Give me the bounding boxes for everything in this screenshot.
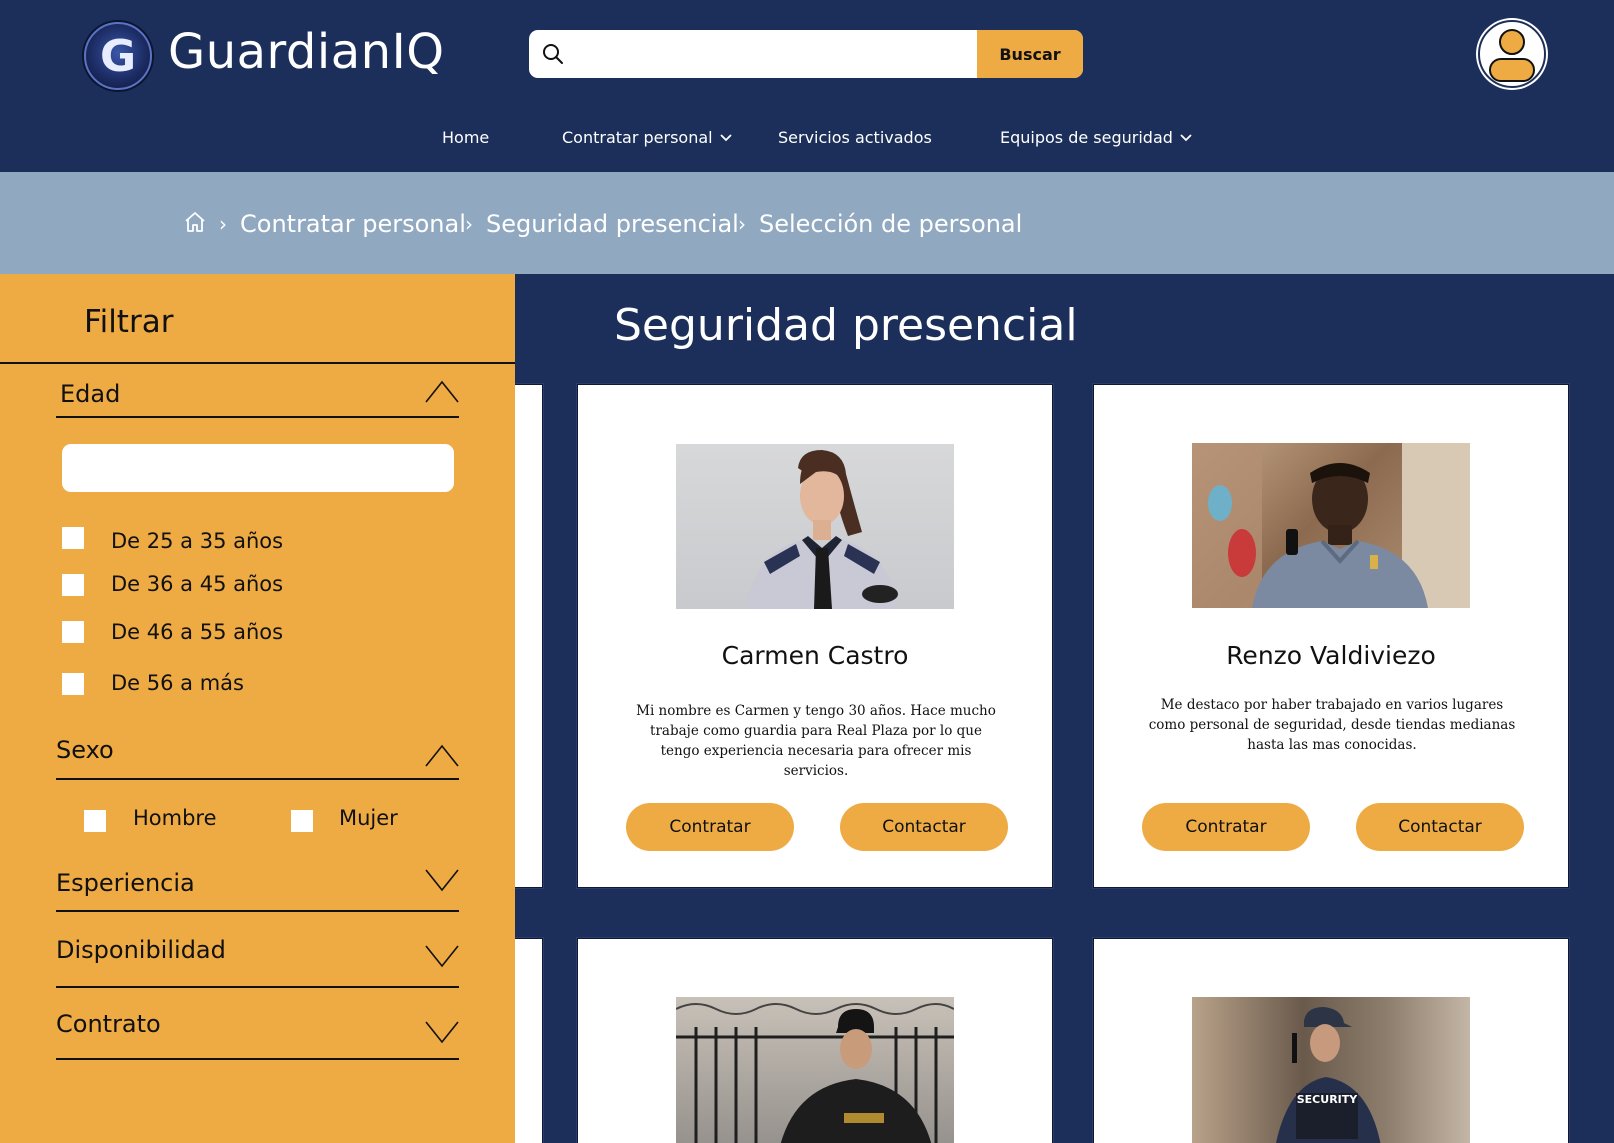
search-bar: Buscar [529,30,1083,78]
age-option-label: De 36 a 45 años [111,572,284,596]
search-input[interactable] [577,36,987,72]
filter-contract-label[interactable]: Contrato [56,1010,161,1038]
profile-photo [676,997,954,1143]
age-option-label: De 56 a más [111,671,244,695]
guardianiq-logo[interactable]: G [84,22,152,90]
breadcrumb-separator: › [219,212,227,236]
breadcrumb-seleccion-personal: Selección de personal [759,210,1023,238]
page-title: Seguridad presencial [614,300,1078,351]
nav-contratar-label: Contratar personal [562,128,713,147]
divider [56,1058,459,1060]
filter-sidebar: Filtrar Edad De 25 a 35 años De 36 a 45 … [0,274,515,1143]
guard-photo [746,450,898,609]
age-checkbox[interactable] [62,673,84,695]
nav-home-label: Home [442,128,490,147]
breadcrumb-contratar-personal[interactable]: Contratar personal [240,210,466,238]
user-avatar[interactable] [1478,20,1546,88]
filter-title: Filtrar [84,304,174,340]
profile-description: Me destaco por haber trabajado en varios… [1148,697,1516,753]
home-icon[interactable] [183,210,207,234]
profile-name: Carmen Castro [721,641,909,670]
chevron-down-icon[interactable] [424,944,460,970]
nav-equipos-seguridad[interactable]: Equipos de seguridad [1000,128,1193,147]
profile-card: SECURITY [1093,938,1569,1143]
age-option-label: De 25 a 35 años [111,529,284,553]
age-checkbox[interactable] [62,621,84,643]
breadcrumb-separator: › [465,212,473,236]
hire-button[interactable]: Contratar [626,803,794,851]
profile-card-carmen: Carmen Castro Mi nombre es Carmen y teng… [577,384,1053,888]
breadcrumb-seguridad-presencial[interactable]: Seguridad presencial [486,210,739,238]
guard-photo [1192,443,1470,608]
age-checkbox[interactable] [62,527,84,549]
age-checkbox[interactable] [62,574,84,596]
nav-contratar-personal[interactable]: Contratar personal [562,128,733,147]
profile-description: Mi nombre es Carmen y tengo 30 años. Hac… [636,703,996,779]
chevron-down-icon [1180,133,1192,141]
chevron-down-icon[interactable] [424,868,460,894]
sex-option-label: Mujer [339,806,398,830]
breadcrumb-separator: › [738,212,746,236]
profile-card [577,938,1053,1143]
divider [56,778,459,780]
site-header: G GuardianIQ Buscar Home Contratar perso… [0,0,1614,172]
divider [0,362,515,364]
sex-checkbox-hombre[interactable] [84,810,106,832]
guard-photo [676,1003,954,1143]
sex-option-label: Hombre [133,806,217,830]
nav-servicios-activados[interactable]: Servicios activados [778,128,932,147]
chevron-down-icon [719,133,732,141]
search-icon [543,44,563,64]
divider [56,416,459,418]
profile-name: Renzo Valdiviezo [1226,641,1436,670]
chevron-up-icon[interactable] [424,378,460,404]
chevron-down-icon[interactable] [424,1020,460,1046]
guard-photo: SECURITY [1276,1007,1381,1143]
divider [56,986,459,988]
nav-equipos-label: Equipos de seguridad [1000,128,1173,147]
logo-letter: G [99,30,137,82]
contact-button[interactable]: Contactar [840,803,1008,851]
profile-card-renzo: Renzo Valdiviezo Me destaco por haber tr… [1093,384,1569,888]
filter-experience-label[interactable]: Esperiencia [56,869,195,897]
search-button[interactable]: Buscar [977,30,1083,78]
filter-availability-label[interactable]: Disponibilidad [56,936,226,964]
nav-servicios-label: Servicios activados [778,128,932,147]
filter-sex-label[interactable]: Sexo [56,736,114,764]
filter-age-label[interactable]: Edad [60,380,120,408]
age-option-label: De 46 a 55 años [111,620,284,644]
profile-photo [1192,443,1470,608]
age-input[interactable] [62,444,454,492]
divider [56,910,459,912]
security-vest-text: SECURITY [1297,1093,1359,1106]
brand-name[interactable]: GuardianIQ [168,24,445,80]
sex-checkbox-mujer[interactable] [291,810,313,832]
profile-photo [676,444,954,609]
user-icon [1489,29,1535,82]
contact-button[interactable]: Contactar [1356,803,1524,851]
profile-photo: SECURITY [1192,997,1470,1143]
hire-button[interactable]: Contratar [1142,803,1310,851]
nav-home[interactable]: Home [442,128,489,147]
chevron-up-icon[interactable] [424,742,460,768]
